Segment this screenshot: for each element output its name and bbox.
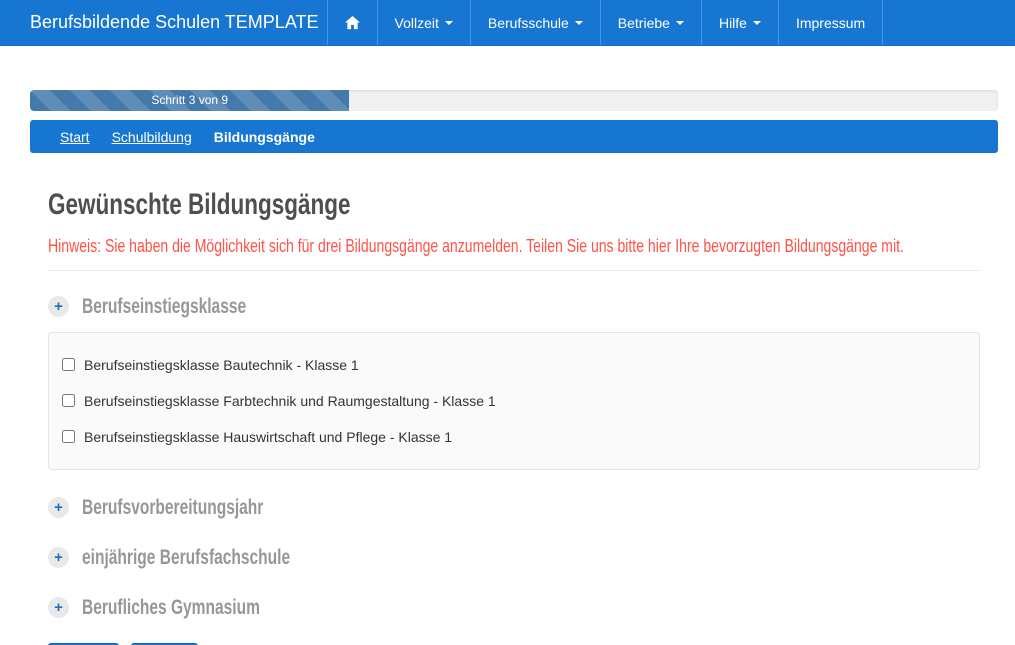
accordion-toggle-berufsfachschule[interactable]: + einjährige Berufsfachschule <box>48 546 980 570</box>
nav-item-label: Impressum <box>796 15 865 31</box>
plus-icon[interactable]: + <box>48 547 69 568</box>
main-container: Schritt 3 von 9 Start Schulbildung Bildu… <box>30 90 998 645</box>
progress-label: Schritt 3 von 9 <box>151 93 228 107</box>
nav-item-label: Berufsschule <box>488 15 569 31</box>
hint-text: Hinweis: Sie haben die Möglichkeit sich … <box>48 237 980 257</box>
chevron-down-icon <box>445 21 453 25</box>
plus-icon[interactable]: + <box>48 296 69 317</box>
accordion-label: Berufsvorbereitungsjahr <box>82 496 327 520</box>
divider <box>48 270 980 271</box>
plus-icon[interactable]: + <box>48 497 69 518</box>
accordion-berufseinstiegsklasse: + Berufseinstiegsklasse Berufseinstiegsk… <box>48 295 980 470</box>
accordion-label: Berufseinstiegsklasse <box>82 295 304 319</box>
breadcrumb-item-start[interactable]: Start <box>60 129 90 145</box>
breadcrumb: Start Schulbildung Bildungsgänge <box>30 120 998 153</box>
option-row: Berufseinstiegsklasse Bautechnik - Klass… <box>62 357 966 373</box>
nav-item-label: Hilfe <box>719 15 747 31</box>
chevron-down-icon <box>676 21 684 25</box>
checkbox-label[interactable]: Berufseinstiegsklasse Farbtechnik und Ra… <box>84 393 496 409</box>
checkbox-farbtechnik[interactable] <box>62 394 75 407</box>
progress-track: Schritt 3 von 9 <box>30 90 998 111</box>
navbar-menu: Vollzeit Berufsschule Betriebe Hilfe Imp… <box>327 0 884 45</box>
home-icon <box>345 16 360 30</box>
accordion-label: einjährige Berufsfachschule <box>82 546 363 570</box>
nav-item-vollzeit[interactable]: Vollzeit <box>377 0 470 45</box>
progress-bar: Schritt 3 von 9 <box>30 90 349 111</box>
chevron-down-icon <box>753 21 761 25</box>
plus-icon[interactable]: + <box>48 597 69 618</box>
nav-item-impressum[interactable]: Impressum <box>778 0 883 45</box>
checkbox-label[interactable]: Berufseinstiegsklasse Bautechnik - Klass… <box>84 357 359 373</box>
nav-item-berufsschule[interactable]: Berufsschule <box>470 0 600 45</box>
checkbox-hauswirtschaft[interactable] <box>62 430 75 443</box>
breadcrumb-item-current: Bildungsgänge <box>214 129 315 145</box>
option-row: Berufseinstiegsklasse Farbtechnik und Ra… <box>62 393 966 409</box>
accordion-toggle-berufsvorbereitungsjahr[interactable]: + Berufsvorbereitungsjahr <box>48 496 980 520</box>
page-content: Gewünschte Bildungsgänge Hinweis: Sie ha… <box>30 190 998 645</box>
navbar-brand[interactable]: Berufsbildende Schulen TEMPLATE <box>0 0 327 45</box>
options-panel: Berufseinstiegsklasse Bautechnik - Klass… <box>48 332 980 470</box>
nav-item-label: Vollzeit <box>395 15 439 31</box>
accordion-toggle-berufseinstiegsklasse[interactable]: + Berufseinstiegsklasse <box>48 295 980 319</box>
nav-item-betriebe[interactable]: Betriebe <box>600 0 701 45</box>
accordion-label: Berufliches Gymnasium <box>82 596 322 620</box>
option-row: Berufseinstiegsklasse Hauswirtschaft und… <box>62 429 966 445</box>
breadcrumb-item-schulbildung[interactable]: Schulbildung <box>112 129 192 145</box>
checkbox-bautechnik[interactable] <box>62 358 75 371</box>
nav-item-hilfe[interactable]: Hilfe <box>701 0 778 45</box>
top-navbar: Berufsbildende Schulen TEMPLATE Vollzeit… <box>0 0 1015 46</box>
accordion-toggle-gymnasium[interactable]: + Berufliches Gymnasium <box>48 596 980 620</box>
checkbox-label[interactable]: Berufseinstiegsklasse Hauswirtschaft und… <box>84 429 452 445</box>
nav-item-label: Betriebe <box>618 15 670 31</box>
chevron-down-icon <box>575 21 583 25</box>
nav-item-home[interactable] <box>327 0 377 45</box>
page-title: Gewünschte Bildungsgänge <box>48 190 980 220</box>
